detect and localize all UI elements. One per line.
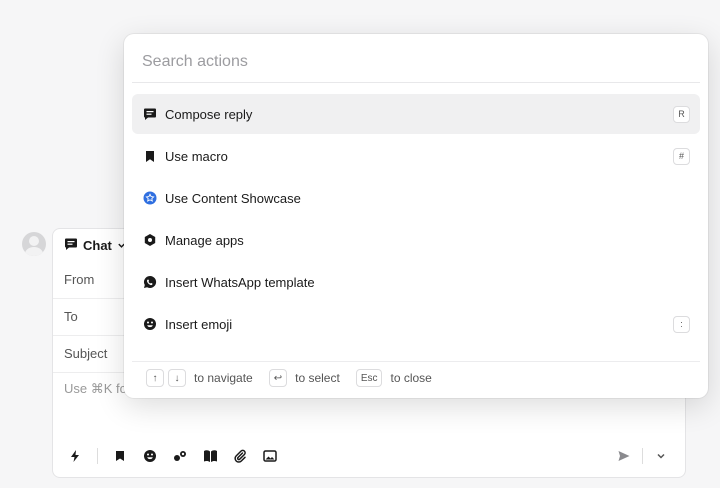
- arrow-up-key: ↑: [146, 369, 164, 387]
- send-icon[interactable]: [616, 448, 632, 464]
- channel-label: Chat: [83, 238, 112, 253]
- paperclip-icon[interactable]: [232, 448, 248, 464]
- action-use-macro[interactable]: Use macro #: [132, 136, 700, 176]
- subject-label: Subject: [64, 346, 108, 361]
- action-label: Insert emoji: [165, 316, 233, 332]
- shortcut-key: R: [673, 105, 690, 123]
- whatsapp-icon: [143, 275, 157, 289]
- emoji-icon[interactable]: [142, 448, 158, 464]
- navigate-text: to navigate: [194, 371, 253, 385]
- action-label: Use Content Showcase: [165, 190, 301, 206]
- action-insert-emoji[interactable]: Insert emoji :: [132, 304, 700, 344]
- keyboard-hints: ↑ ↓ to navigate ↩ to select Esc to close: [146, 369, 442, 387]
- navigate-hint: ↑ ↓ to navigate: [146, 369, 253, 387]
- toolbar-divider: [97, 448, 98, 464]
- book-icon[interactable]: [202, 448, 218, 464]
- action-label: Use macro: [165, 148, 228, 164]
- close-hint: Esc to close: [355, 369, 432, 387]
- action-use-content-showcase[interactable]: Use Content Showcase: [132, 178, 700, 218]
- shortcut-key: :: [673, 315, 690, 333]
- select-text: to select: [295, 371, 340, 385]
- compose-icon: [143, 107, 157, 121]
- image-icon[interactable]: [262, 448, 278, 464]
- action-insert-whatsapp-template[interactable]: Insert WhatsApp template: [132, 262, 700, 302]
- bookmark-icon: [143, 149, 157, 163]
- send-group: [616, 448, 669, 464]
- hexagon-icon: [143, 233, 157, 247]
- from-label: From: [64, 272, 95, 287]
- chevron-down-icon[interactable]: [653, 448, 669, 464]
- avatar: [22, 232, 46, 256]
- shortcut-key: #: [673, 147, 690, 165]
- toolbar-divider: [642, 448, 643, 464]
- esc-key: Esc: [355, 369, 383, 387]
- arrow-down-key: ↓: [168, 369, 186, 387]
- close-text: to close: [390, 371, 432, 385]
- lightning-icon[interactable]: [67, 448, 83, 464]
- bookmark-icon[interactable]: [112, 448, 128, 464]
- emoji-icon: [143, 317, 157, 331]
- action-label: Insert WhatsApp template: [165, 274, 315, 290]
- action-palette: Compose reply R Use macro # Use Content …: [124, 34, 708, 398]
- showcase-star-icon: [143, 191, 157, 205]
- search-actions-input[interactable]: [132, 42, 700, 82]
- body-hint: Use ⌘K fo: [64, 381, 127, 396]
- attachment-link-icon[interactable]: [172, 448, 188, 464]
- composer-toolbar: [67, 448, 278, 464]
- action-manage-apps[interactable]: Manage apps: [132, 220, 700, 260]
- divider: [132, 82, 700, 83]
- action-compose-reply[interactable]: Compose reply R: [132, 94, 700, 134]
- action-list: Compose reply R Use macro # Use Content …: [132, 94, 700, 346]
- chat-icon: [64, 237, 78, 254]
- to-label: To: [64, 309, 78, 324]
- divider: [132, 361, 700, 362]
- select-hint: ↩ to select: [268, 369, 340, 387]
- action-label: Compose reply: [165, 106, 253, 122]
- enter-key: ↩: [268, 369, 288, 387]
- action-label: Manage apps: [165, 232, 244, 248]
- channel-selector[interactable]: Chat: [64, 237, 126, 254]
